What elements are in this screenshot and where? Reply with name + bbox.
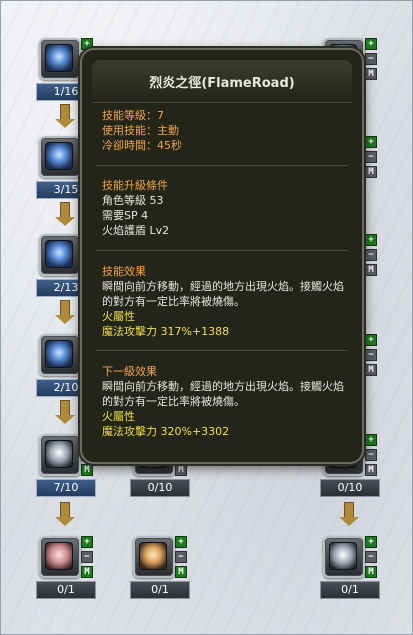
divider xyxy=(96,250,348,251)
minus-button[interactable]: − xyxy=(365,551,377,563)
next-effect-description: 瞬間向前方移動，經過的地方出現火焰。接觸火焰的對方有一定比率將被燒傷。 xyxy=(102,380,344,408)
next-effect-attribute: 火屬性 xyxy=(102,410,135,423)
skill-slot-10[interactable]: + − M 0/1 xyxy=(320,536,380,600)
max-button[interactable]: M xyxy=(81,566,93,578)
skill-level: 0/1 xyxy=(36,581,96,599)
max-button[interactable]: M xyxy=(365,166,377,178)
required-sp: 需要SP 4 xyxy=(102,209,149,222)
tooltip-header: 烈炎之徑(FlameRoad) xyxy=(92,60,352,103)
skill-slot-8[interactable]: + − M 0/1 xyxy=(36,536,96,600)
prereq-arrow xyxy=(55,400,75,424)
divider xyxy=(96,350,348,351)
prereq-arrow xyxy=(55,202,75,226)
minus-button[interactable]: − xyxy=(365,151,377,163)
plus-button[interactable]: + xyxy=(365,234,377,246)
prereq-arrow xyxy=(55,300,75,324)
pink-aura-skill-icon xyxy=(45,542,73,570)
skill-name: 烈炎之徑(FlameRoad) xyxy=(149,76,295,91)
minus-button[interactable]: − xyxy=(365,449,377,461)
silver-shield-skill-icon xyxy=(329,542,357,570)
plus-button[interactable]: + xyxy=(175,536,187,548)
skill-usage-info: 使用技能：主動 xyxy=(102,124,179,137)
blue-fire-skill-icon xyxy=(45,240,73,268)
effect-header: 技能效果 xyxy=(102,265,146,278)
prereq-arrow xyxy=(55,502,75,526)
prereq-arrow xyxy=(55,104,75,128)
plus-button[interactable]: + xyxy=(365,38,377,50)
divider xyxy=(96,165,348,166)
max-button[interactable]: M xyxy=(365,464,377,476)
sun-rune-skill-icon xyxy=(139,542,167,570)
skill-icon-frame[interactable] xyxy=(39,434,81,476)
skill-icon-frame[interactable] xyxy=(39,334,81,376)
plus-button[interactable]: + xyxy=(81,536,93,548)
minus-button[interactable]: − xyxy=(175,551,187,563)
plus-button[interactable]: + xyxy=(365,536,377,548)
skill-tooltip: 烈炎之徑(FlameRoad) 技能等級：7 使用技能：主動 冷卻時間：45秒 … xyxy=(80,48,364,464)
plus-button[interactable]: + xyxy=(365,334,377,346)
plus-button[interactable]: + xyxy=(365,434,377,446)
skill-slot-9[interactable]: + − M 0/1 xyxy=(130,536,190,600)
max-button[interactable]: M xyxy=(365,264,377,276)
skill-cooldown-info: 冷卻時間：45秒 xyxy=(102,139,182,152)
minus-button[interactable]: − xyxy=(81,551,93,563)
current-effect: 技能效果 瞬間向前方移動，經過的地方出現火焰。接觸火焰的對方有一定比率將被燒傷。… xyxy=(102,264,346,339)
blue-orb-skill-icon xyxy=(45,340,73,368)
skill-icon-frame[interactable] xyxy=(133,536,175,578)
upgrade-header: 技能升級條件 xyxy=(102,179,168,192)
skill-level: 0/10 xyxy=(320,479,380,497)
skill-icon-frame[interactable] xyxy=(39,536,81,578)
water-drop-skill-icon xyxy=(45,44,73,72)
wind-spiral-skill-icon xyxy=(45,440,73,468)
skill-icon-frame[interactable] xyxy=(39,234,81,276)
skill-icon-frame[interactable] xyxy=(39,38,81,80)
blue-flame-skill-icon xyxy=(45,142,73,170)
max-button[interactable]: M xyxy=(365,364,377,376)
skill-level: 0/10 xyxy=(130,479,190,497)
skill-level-info: 技能等級：7 xyxy=(102,109,164,122)
plus-button[interactable]: + xyxy=(365,136,377,148)
effect-power: 魔法攻擊力 317%+1388 xyxy=(102,325,230,338)
required-prerequisite: 火焰護盾 Lv2 xyxy=(102,224,170,237)
max-button[interactable]: M xyxy=(365,566,377,578)
next-effect-header: 下一級效果 xyxy=(102,365,157,378)
skill-level: 0/1 xyxy=(320,581,380,599)
max-button[interactable]: M xyxy=(365,68,377,80)
minus-button[interactable]: − xyxy=(365,249,377,261)
effect-attribute: 火屬性 xyxy=(102,310,135,323)
skill-icon-frame[interactable] xyxy=(39,136,81,178)
skill-icon-frame[interactable] xyxy=(323,536,365,578)
minus-button[interactable]: − xyxy=(365,349,377,361)
minus-button[interactable]: − xyxy=(365,53,377,65)
required-character-level: 角色等級 53 xyxy=(102,194,164,207)
max-button[interactable]: M xyxy=(81,464,93,476)
next-effect-power: 魔法攻擊力 320%+3302 xyxy=(102,425,230,438)
max-button[interactable]: M xyxy=(175,464,187,476)
upgrade-requirements: 技能升級條件 角色等級 53 需要SP 4 火焰護盾 Lv2 xyxy=(102,178,346,238)
skill-level: 7/10 xyxy=(36,479,96,497)
effect-description: 瞬間向前方移動，經過的地方出現火焰。接觸火焰的對方有一定比率將被燒傷。 xyxy=(102,280,344,308)
skill-info: 技能等級：7 使用技能：主動 冷卻時間：45秒 xyxy=(102,108,346,153)
next-level-effect: 下一級效果 瞬間向前方移動，經過的地方出現火焰。接觸火焰的對方有一定比率將被燒傷… xyxy=(102,364,346,439)
max-button[interactable]: M xyxy=(175,566,187,578)
prereq-arrow xyxy=(339,502,359,526)
skill-level: 0/1 xyxy=(130,581,190,599)
